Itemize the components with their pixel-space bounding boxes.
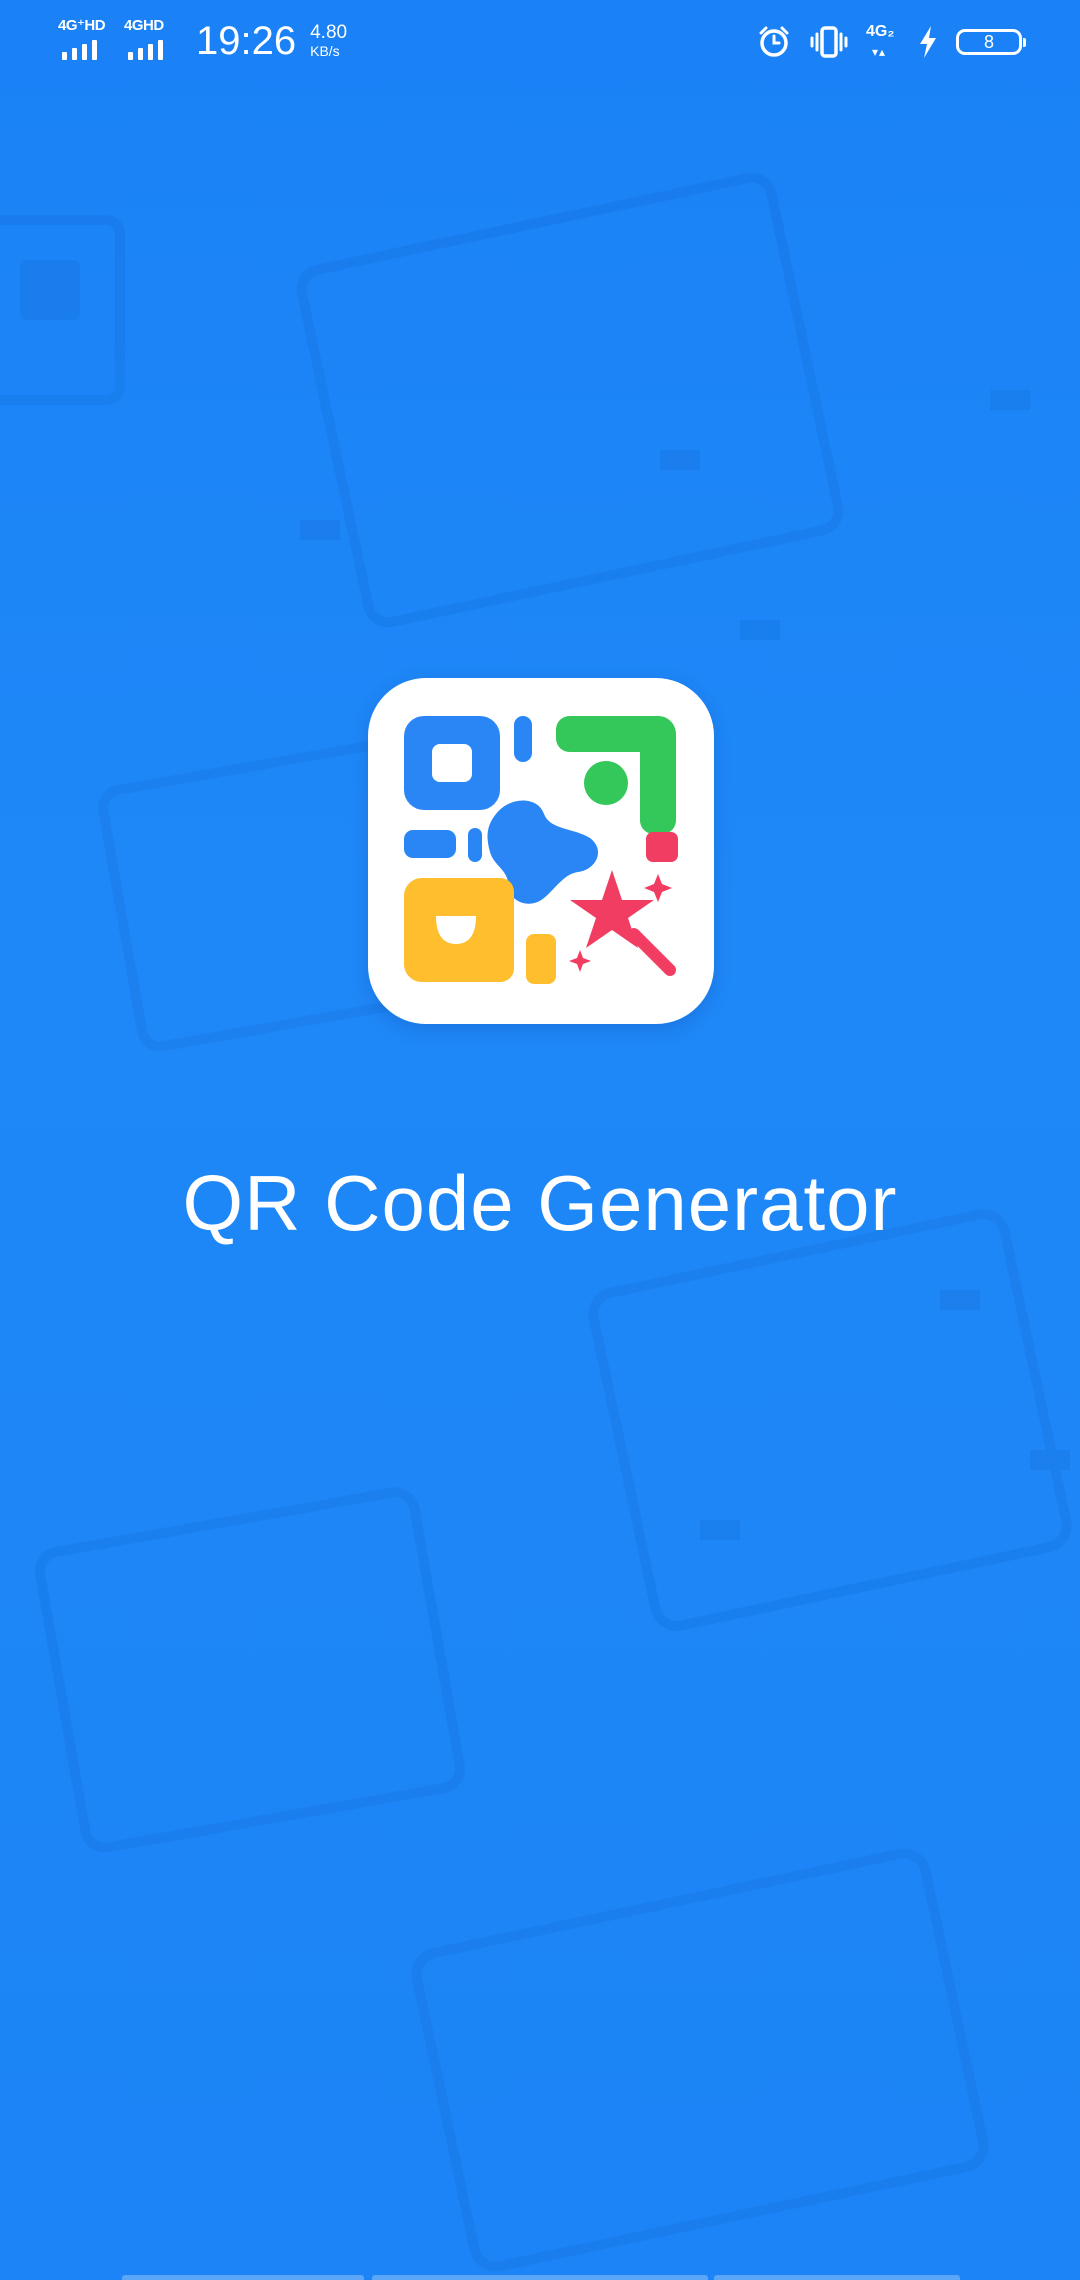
lte-label: 4G₂	[866, 23, 895, 40]
battery-icon: 8	[956, 29, 1026, 55]
bottom-edge-decoration	[0, 2272, 1080, 2280]
splash-screen: 4G⁺HD 4GHD 19:26 4.80 KB/s 4G₂ ▾▴ 8 QR C…	[0, 0, 1080, 2280]
app-logo	[368, 678, 714, 1024]
background-qr-pattern	[0, 172, 1072, 2272]
status-bar: 4G⁺HD 4GHD 19:26 4.80 KB/s 4G₂ ▾▴ 8	[0, 0, 1080, 84]
network-speed-value: 4.80	[310, 22, 348, 43]
network-label: 4G⁺HD	[58, 17, 106, 34]
network-speed-unit: KB/s	[310, 43, 340, 59]
status-bar-right: 4G₂ ▾▴ 8	[756, 20, 1026, 64]
network-label: 4GHD	[124, 17, 164, 34]
alarm-icon	[756, 24, 792, 60]
qr-code-magic-logo-icon	[404, 716, 678, 984]
vibrate-icon	[810, 24, 848, 60]
battery-level: 8	[983, 32, 994, 52]
app-name-title: QR Code Generator	[182, 1159, 898, 1247]
charging-icon	[918, 25, 938, 59]
signal-icon: 4GHD	[124, 18, 176, 64]
signal-icon: 4G⁺HD	[58, 18, 110, 64]
lte-icon: 4G₂ ▾▴	[866, 23, 895, 60]
status-time: 19:26	[196, 19, 297, 63]
network-speed: 4.80 KB/s	[310, 22, 348, 60]
status-bar-left: 4G⁺HD 4GHD 19:26 4.80 KB/s	[58, 16, 347, 66]
